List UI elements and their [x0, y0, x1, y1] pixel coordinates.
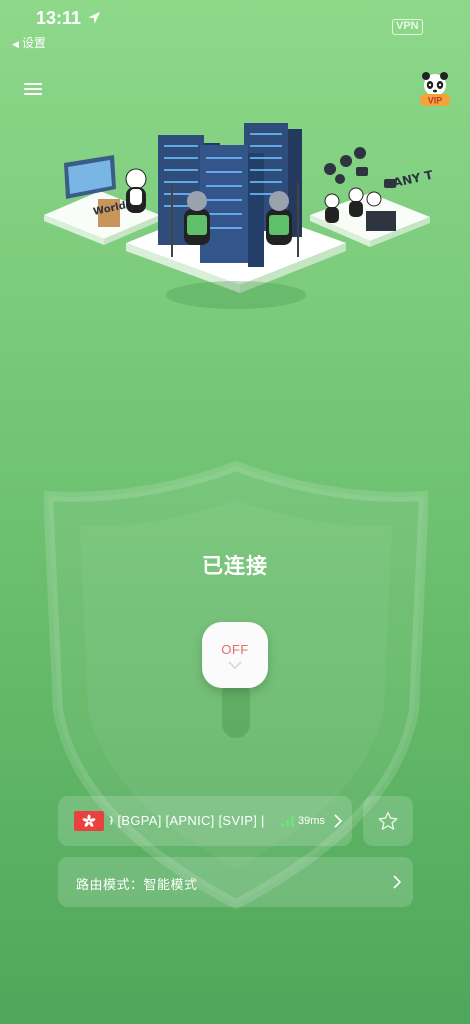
location-arrow-icon: [88, 12, 100, 24]
star-icon: [378, 811, 398, 830]
hamburger-menu-icon: [24, 83, 48, 95]
hong-kong-flag-icon: [74, 811, 104, 831]
back-label: 设置: [21, 36, 46, 50]
switch-off-label: OFF: [221, 642, 249, 657]
status-time: 13:11: [36, 8, 82, 28]
status-bar: 13:11 ◀ 设置 VPN: [0, 0, 470, 56]
vip-badge-text: VIP: [428, 96, 443, 106]
chevron-right-icon: [334, 814, 342, 828]
server-name: 9 [BGPA] [APNIC] [SVIP] |: [110, 813, 268, 831]
back-triangle-icon: ◀: [12, 39, 19, 49]
vpn-switch-knob[interactable]: OFF: [202, 622, 268, 688]
server-selector[interactable]: 9 [BGPA] [APNIC] [SVIP] | 39ms: [58, 796, 352, 846]
favorite-button[interactable]: [363, 796, 413, 846]
menu-button[interactable]: [24, 80, 48, 100]
routing-mode-label: 路由模式：智能模式: [76, 877, 198, 892]
vpn-switch-track[interactable]: [222, 680, 250, 738]
vpn-badge: VPN: [392, 19, 423, 35]
routing-mode-selector[interactable]: 路由模式：智能模式: [58, 857, 413, 907]
connection-status-text: 已连接: [202, 555, 268, 578]
vip-button[interactable]: VIP: [418, 72, 452, 108]
signal-bars-icon: [281, 816, 294, 827]
server-latency: 39ms: [298, 815, 325, 827]
panda-vip-icon: VIP: [420, 72, 450, 106]
chevron-down-icon: [228, 661, 242, 670]
chevron-right-icon: [393, 875, 401, 889]
server-illustration: ANY TIME World: [44, 123, 432, 309]
svg-text:ANY TIME: ANY TIME: [392, 163, 432, 190]
server-name-text: 9 [BGPA] [APNIC] [SVIP] |: [110, 813, 265, 828]
back-to-settings-link[interactable]: ◀ 设置: [12, 34, 46, 51]
